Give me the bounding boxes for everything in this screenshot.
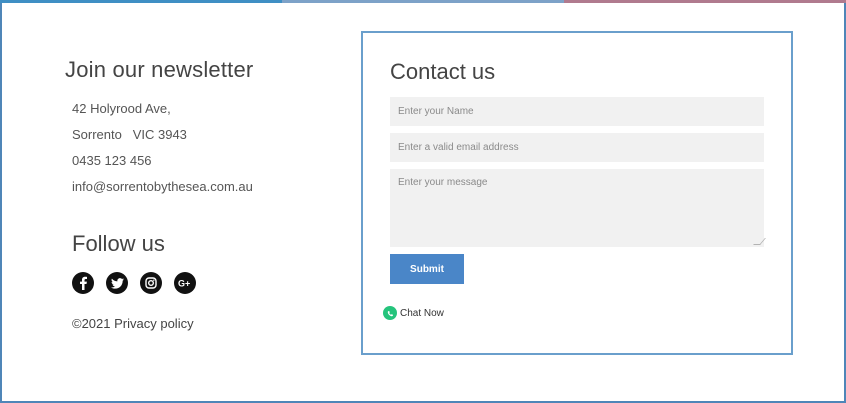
facebook-icon[interactable] xyxy=(72,272,94,294)
message-textarea[interactable] xyxy=(390,169,764,247)
follow-us-title: Follow us xyxy=(72,231,165,256)
contact-form-panel: Contact us Submit Chat Now xyxy=(361,31,793,355)
chat-now-label: Chat Now xyxy=(400,307,444,319)
google-plus-icon[interactable]: G+ xyxy=(174,272,196,294)
chat-now-link[interactable]: Chat Now xyxy=(383,306,444,320)
submit-button[interactable]: Submit xyxy=(390,254,464,284)
twitter-icon[interactable] xyxy=(106,272,128,294)
contact-us-title: Contact us xyxy=(390,59,496,84)
instagram-icon[interactable] xyxy=(140,272,162,294)
top-accent-bar xyxy=(282,0,564,3)
top-accent-bar xyxy=(564,0,846,3)
email-input[interactable] xyxy=(390,133,764,162)
svg-text:G+: G+ xyxy=(178,279,190,289)
email-link[interactable]: info@sorrentobythesea.com.au xyxy=(72,179,253,194)
newsletter-title: Join our newsletter xyxy=(65,57,254,82)
whatsapp-icon xyxy=(383,306,397,320)
top-accent-bar xyxy=(0,0,282,3)
name-input[interactable] xyxy=(390,97,764,126)
address-line-2: Sorrento VIC 3943 xyxy=(72,127,187,142)
phone-number: 0435 123 456 xyxy=(72,153,152,168)
address-line-1: 42 Holyrood Ave, xyxy=(72,101,171,116)
social-links: G+ xyxy=(72,272,196,294)
copyright-privacy-link[interactable]: ©2021 Privacy policy xyxy=(72,316,194,331)
